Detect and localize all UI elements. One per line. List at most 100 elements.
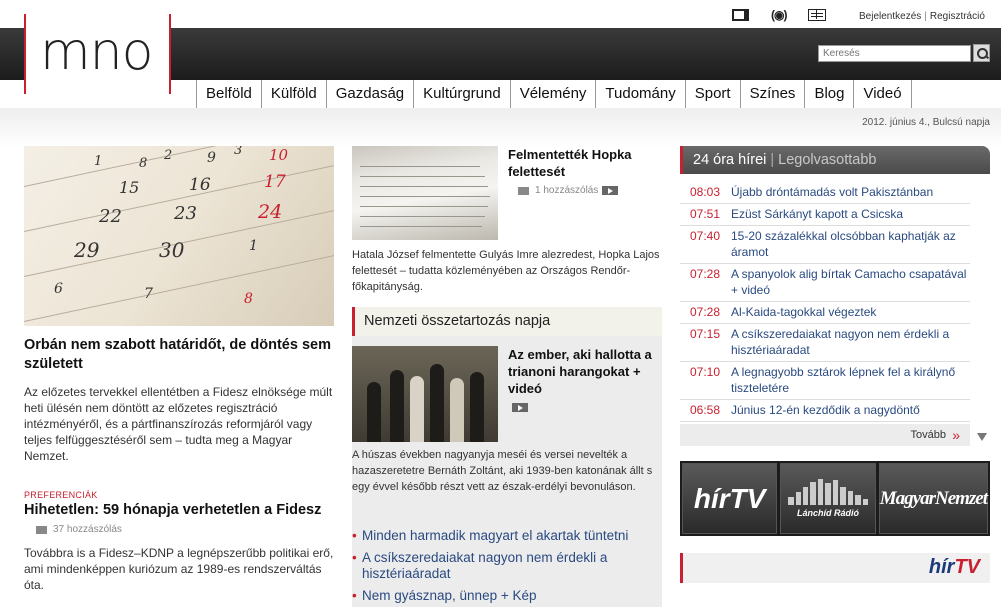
site-logo[interactable]: mno bbox=[24, 14, 171, 94]
cal-num: 2 bbox=[164, 148, 173, 163]
video-icon[interactable] bbox=[512, 403, 528, 412]
cal-num: 9 bbox=[207, 150, 216, 166]
news-title[interactable]: Újabb dróntámadás volt Pakisztánban bbox=[731, 184, 933, 200]
cal-num: 15 bbox=[119, 178, 140, 197]
news-title[interactable]: A csíkszeredaiakat nagyon nem érdekli a … bbox=[731, 326, 970, 358]
list-item[interactable]: 06:58 Június 12-én kezdődik a nagydöntő bbox=[680, 400, 970, 422]
list-item[interactable]: 07:51 Ezüst Sárkányt kapott a Csicska bbox=[680, 204, 970, 226]
news-title[interactable]: A spanyolok alig bírtak Camacho csapatáv… bbox=[731, 266, 970, 298]
top-icons: (◉) bbox=[732, 8, 827, 22]
news-time: 06:58 bbox=[690, 403, 721, 417]
news-time: 07:40 bbox=[690, 229, 721, 243]
historic-photo-thumbnail[interactable] bbox=[352, 346, 498, 442]
news-time: 07:51 bbox=[690, 207, 721, 221]
tab-most-read[interactable]: Legolvasottabb bbox=[778, 152, 876, 168]
login-link[interactable]: Bejelentkezés bbox=[859, 11, 921, 22]
cal-num: 23 bbox=[174, 203, 197, 224]
related-link[interactable]: Nem gyásznap, ünnep + Kép bbox=[352, 588, 662, 604]
auth-links: Bejelentkezés | Regisztráció bbox=[859, 11, 985, 22]
news-title[interactable]: A legnagyobb sztárok lépnek fel a király… bbox=[731, 364, 970, 396]
kicker-label[interactable]: Preferenciák bbox=[24, 490, 334, 500]
news-title[interactable]: Ezüst Sárkányt kapott a Csicska bbox=[731, 206, 903, 222]
news-title[interactable]: Június 12-én kezdődik a nagydöntő bbox=[731, 402, 920, 418]
cal-num: 10 bbox=[269, 146, 289, 164]
comment-icon bbox=[36, 525, 47, 534]
news-tabs: 24 óra hírei | Legolvasottabb bbox=[680, 146, 990, 174]
news-time: 07:28 bbox=[690, 267, 721, 281]
main-lead: Az előzetes tervekkel ellentétben a Fide… bbox=[24, 385, 333, 463]
lanchid-radio-banner[interactable]: Lánchíd Rádió bbox=[780, 463, 876, 534]
article-2-title[interactable]: Az ember, aki hallotta a trianoni harang… bbox=[508, 346, 662, 397]
nav-item-kulfold[interactable]: Külföld bbox=[262, 80, 327, 108]
scroll-down-icon[interactable] bbox=[977, 433, 987, 441]
news-time: 07:28 bbox=[690, 305, 721, 319]
nav-item-kulturgrund[interactable]: Kultúrgrund bbox=[414, 80, 511, 108]
main-headline[interactable]: Orbán nem szabott határidőt, de döntés s… bbox=[24, 336, 334, 374]
hirtv-banner[interactable]: hírTV bbox=[682, 463, 778, 534]
news-time: 08:03 bbox=[690, 185, 721, 199]
more-link[interactable]: Tovább bbox=[680, 424, 970, 446]
list-item[interactable]: 08:03 Újabb dróntámadás volt Pakisztánban bbox=[680, 182, 970, 204]
soundwave-icon bbox=[788, 479, 869, 505]
magyar-nemzet-banner[interactable]: MagyarNemzet bbox=[878, 463, 988, 534]
date-line: 2012. június 4., Bulcsú napja bbox=[862, 117, 990, 128]
radio-icon[interactable]: (◉) bbox=[771, 8, 788, 22]
list-item[interactable]: 07:28 Al-Kaida-tagokkal végeztek bbox=[680, 302, 970, 324]
news-list: 08:03 Újabb dróntámadás volt Pakisztánban… bbox=[680, 182, 990, 422]
cal-num: 29 bbox=[74, 238, 100, 262]
news-title[interactable]: Al-Kaida-tagokkal végeztek bbox=[731, 304, 876, 320]
logo-text: mno bbox=[40, 22, 153, 82]
lanchid-radio-label: Lánchíd Rádió bbox=[797, 508, 860, 518]
panel-title[interactable]: Nemzeti összetartozás napja bbox=[352, 307, 662, 336]
search-icon[interactable] bbox=[973, 44, 990, 62]
main-column: 1 2 3 8 9 10 15 16 17 22 23 24 29 30 1 6… bbox=[24, 146, 334, 593]
nav-item-gazdasag[interactable]: Gazdaság bbox=[327, 80, 415, 108]
article-2-lead: A húszas években nagyanyja meséi és vers… bbox=[352, 449, 653, 493]
calendar-image[interactable]: 1 2 3 8 9 10 15 16 17 22 23 24 29 30 1 6… bbox=[24, 146, 334, 326]
cal-num: 1 bbox=[249, 238, 258, 254]
hirtv-box[interactable]: hírTV bbox=[680, 553, 990, 583]
nav-item-belfold[interactable]: Belföld bbox=[197, 80, 262, 108]
comments-link[interactable]: 37 hozzászólás bbox=[24, 524, 334, 535]
news-time: 07:10 bbox=[690, 365, 721, 379]
nav-item-szines[interactable]: Színes bbox=[741, 80, 806, 108]
cal-num: 3 bbox=[234, 146, 243, 158]
cal-num: 30 bbox=[159, 238, 185, 262]
nav-item-video[interactable]: Videó bbox=[854, 80, 912, 108]
papers-thumbnail[interactable] bbox=[352, 146, 498, 240]
cal-num: 8 bbox=[244, 291, 253, 307]
cal-num: 7 bbox=[144, 286, 153, 302]
register-link[interactable]: Regisztráció bbox=[930, 11, 985, 22]
screen-icon[interactable] bbox=[732, 9, 749, 21]
feature-panel: Nemzeti összetartozás napja Az ember, ak… bbox=[352, 307, 662, 607]
main-nav: Belföld Külföld Gazdaság Kultúrgrund Vél… bbox=[196, 80, 912, 108]
lead-2: Továbbra is a Fidesz–KDNP a legnépszerűb… bbox=[24, 546, 334, 592]
nav-item-blog[interactable]: Blog bbox=[805, 80, 855, 108]
video-icon[interactable] bbox=[602, 186, 619, 195]
related-link[interactable]: Minden harmadik magyart el akartak tünte… bbox=[352, 528, 662, 544]
list-item[interactable]: 07:40 15-20 százalékkal olcsóbban kaphatj… bbox=[680, 226, 970, 264]
cal-num: 6 bbox=[54, 281, 63, 297]
media-banner: hírTV Lánchíd Rádió MagyarNemzet bbox=[680, 461, 990, 536]
related-link[interactable]: A csíkszeredaiakat nagyon nem érdekli a … bbox=[352, 550, 662, 582]
headline-2[interactable]: Hihetetlen: 59 hónapja verhetetlen a Fid… bbox=[24, 502, 334, 518]
tab-24h-news[interactable]: 24 óra hírei bbox=[693, 152, 766, 168]
nav-item-tudomany[interactable]: Tudomány bbox=[596, 80, 686, 108]
news-title[interactable]: 15-20 százalékkal olcsóbban kaphatják az… bbox=[731, 228, 970, 260]
cal-num: 24 bbox=[258, 201, 283, 223]
hirtv-logo: hírTV bbox=[928, 556, 980, 578]
cal-num: 1 bbox=[94, 154, 103, 169]
cal-num: 16 bbox=[189, 175, 211, 195]
article-1-lead: Hatala József felmentette Gulyás Imre al… bbox=[352, 249, 660, 293]
article-1-title[interactable]: Felmentették Hopka felettesét bbox=[508, 146, 663, 180]
comments-count: 37 hozzászólás bbox=[53, 524, 122, 535]
nav-item-sport[interactable]: Sport bbox=[686, 80, 741, 108]
article-1-comments[interactable]: 1 hozzászólás bbox=[518, 185, 619, 196]
newspaper-icon[interactable] bbox=[808, 9, 827, 21]
cal-num: 8 bbox=[139, 156, 148, 171]
list-item[interactable]: 07:28 A spanyolok alig bírtak Camacho csa… bbox=[680, 264, 970, 302]
list-item[interactable]: 07:10 A legnagyobb sztárok lépnek fel a k… bbox=[680, 362, 970, 400]
list-item[interactable]: 07:15 A csíkszeredaiakat nagyon nem érdek… bbox=[680, 324, 970, 362]
search-input[interactable] bbox=[818, 45, 971, 62]
nav-item-velemeny[interactable]: Vélemény bbox=[511, 80, 597, 108]
